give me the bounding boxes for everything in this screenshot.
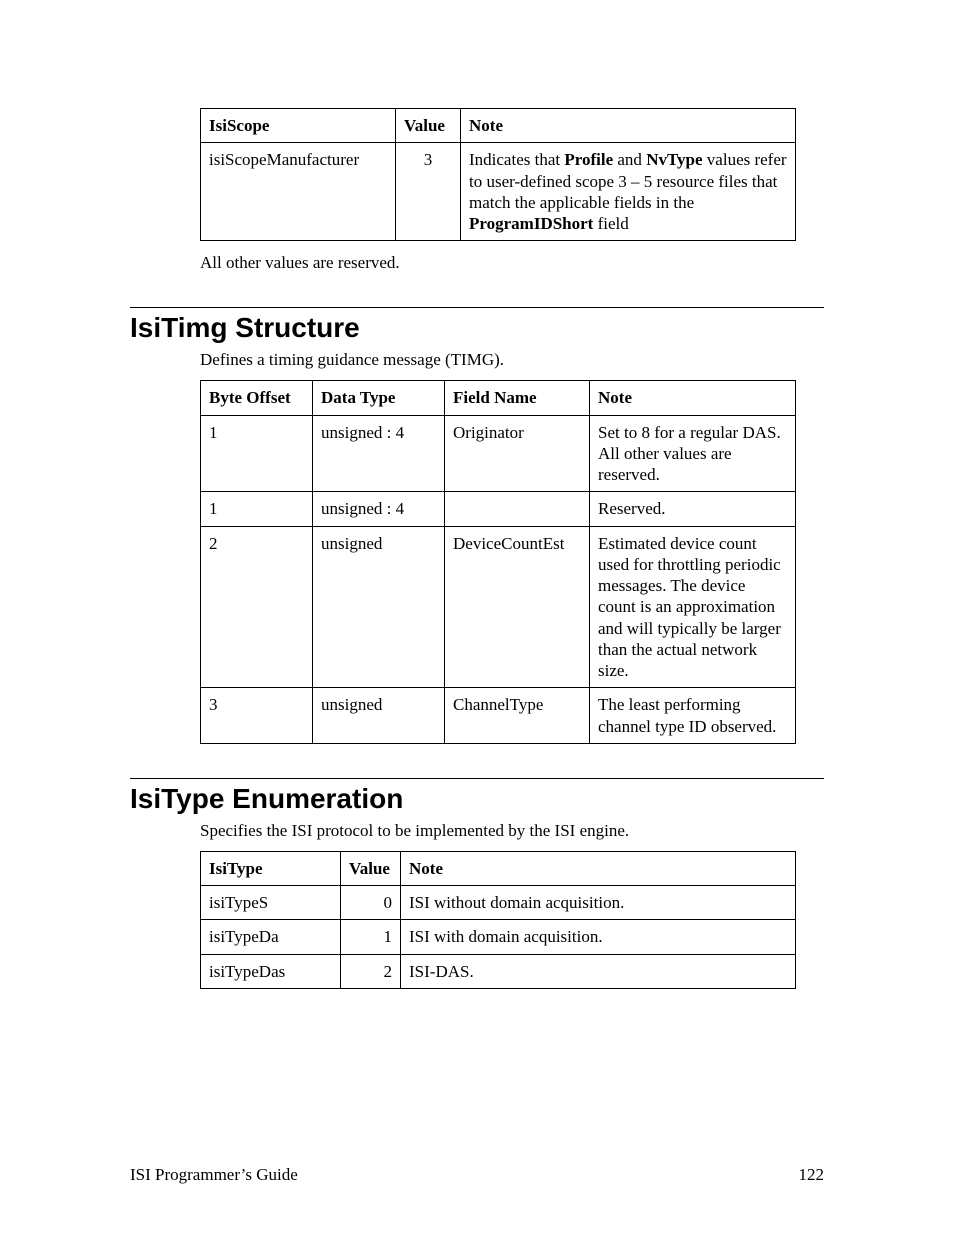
table-header-row: Byte Offset Data Type Field Name Note bbox=[201, 381, 796, 415]
text-bold: Profile bbox=[564, 150, 613, 169]
page-number: 122 bbox=[799, 1165, 825, 1185]
col-header: Field Name bbox=[445, 381, 590, 415]
cell: Originator bbox=[445, 415, 590, 492]
cell: unsigned : 4 bbox=[313, 415, 445, 492]
page-footer: ISI Programmer’s Guide 122 bbox=[130, 1165, 824, 1185]
col-header: Data Type bbox=[313, 381, 445, 415]
paragraph: Specifies the ISI protocol to be impleme… bbox=[200, 821, 824, 841]
paragraph: Defines a timing guidance message (TIMG)… bbox=[200, 350, 824, 370]
cell-note: Indicates that Profile and NvType values… bbox=[461, 143, 796, 241]
isiscope-table: IsiScope Value Note isiScopeManufacturer… bbox=[200, 108, 796, 241]
col-header: IsiScope bbox=[201, 109, 396, 143]
cell: 1 bbox=[201, 492, 313, 526]
section-heading: IsiTimg Structure bbox=[130, 307, 824, 344]
cell: Estimated device count used for throttli… bbox=[590, 526, 796, 688]
cell: 2 bbox=[341, 954, 401, 988]
col-header: Note bbox=[590, 381, 796, 415]
table-row: 3 unsigned ChannelType The least perform… bbox=[201, 688, 796, 744]
cell: 0 bbox=[341, 886, 401, 920]
cell: isiTypeDa bbox=[201, 920, 341, 954]
text: field bbox=[593, 214, 628, 233]
section-heading: IsiType Enumeration bbox=[130, 778, 824, 815]
text-bold: ProgramIDShort bbox=[469, 214, 593, 233]
cell: isiTypeDas bbox=[201, 954, 341, 988]
cell bbox=[445, 492, 590, 526]
cell: The least performing channel type ID obs… bbox=[590, 688, 796, 744]
table-row: 1 unsigned : 4 Reserved. bbox=[201, 492, 796, 526]
col-header: Value bbox=[341, 851, 401, 885]
cell-name: isiScopeManufacturer bbox=[201, 143, 396, 241]
isitype-table: IsiType Value Note isiTypeS 0 ISI withou… bbox=[200, 851, 796, 989]
col-header: Note bbox=[461, 109, 796, 143]
cell: ISI-DAS. bbox=[401, 954, 796, 988]
text: and bbox=[613, 150, 646, 169]
table-row: isiTypeDas 2 ISI-DAS. bbox=[201, 954, 796, 988]
col-header: Byte Offset bbox=[201, 381, 313, 415]
cell: Reserved. bbox=[590, 492, 796, 526]
cell-value: 3 bbox=[396, 143, 461, 241]
footer-title: ISI Programmer’s Guide bbox=[130, 1165, 298, 1184]
cell: isiTypeS bbox=[201, 886, 341, 920]
table-row: isiScopeManufacturer 3 Indicates that Pr… bbox=[201, 143, 796, 241]
text: Indicates that bbox=[469, 150, 564, 169]
table-row: isiTypeDa 1 ISI with domain acquisition. bbox=[201, 920, 796, 954]
table-header-row: IsiScope Value Note bbox=[201, 109, 796, 143]
isitimg-table: Byte Offset Data Type Field Name Note 1 … bbox=[200, 380, 796, 744]
cell: ISI without domain acquisition. bbox=[401, 886, 796, 920]
cell: unsigned : 4 bbox=[313, 492, 445, 526]
cell: unsigned bbox=[313, 688, 445, 744]
table-row: 1 unsigned : 4 Originator Set to 8 for a… bbox=[201, 415, 796, 492]
text-bold: NvType bbox=[646, 150, 702, 169]
table-row: isiTypeS 0 ISI without domain acquisitio… bbox=[201, 886, 796, 920]
cell: DeviceCountEst bbox=[445, 526, 590, 688]
col-header: Note bbox=[401, 851, 796, 885]
cell: 3 bbox=[201, 688, 313, 744]
col-header: IsiType bbox=[201, 851, 341, 885]
table-header-row: IsiType Value Note bbox=[201, 851, 796, 885]
cell: Set to 8 for a regular DAS. All other va… bbox=[590, 415, 796, 492]
page: IsiScope Value Note isiScopeManufacturer… bbox=[0, 0, 954, 1235]
col-header: Value bbox=[396, 109, 461, 143]
cell: 1 bbox=[201, 415, 313, 492]
cell: 1 bbox=[341, 920, 401, 954]
table-row: 2 unsigned DeviceCountEst Estimated devi… bbox=[201, 526, 796, 688]
cell: ChannelType bbox=[445, 688, 590, 744]
paragraph: All other values are reserved. bbox=[200, 253, 824, 273]
cell: 2 bbox=[201, 526, 313, 688]
cell: unsigned bbox=[313, 526, 445, 688]
cell: ISI with domain acquisition. bbox=[401, 920, 796, 954]
